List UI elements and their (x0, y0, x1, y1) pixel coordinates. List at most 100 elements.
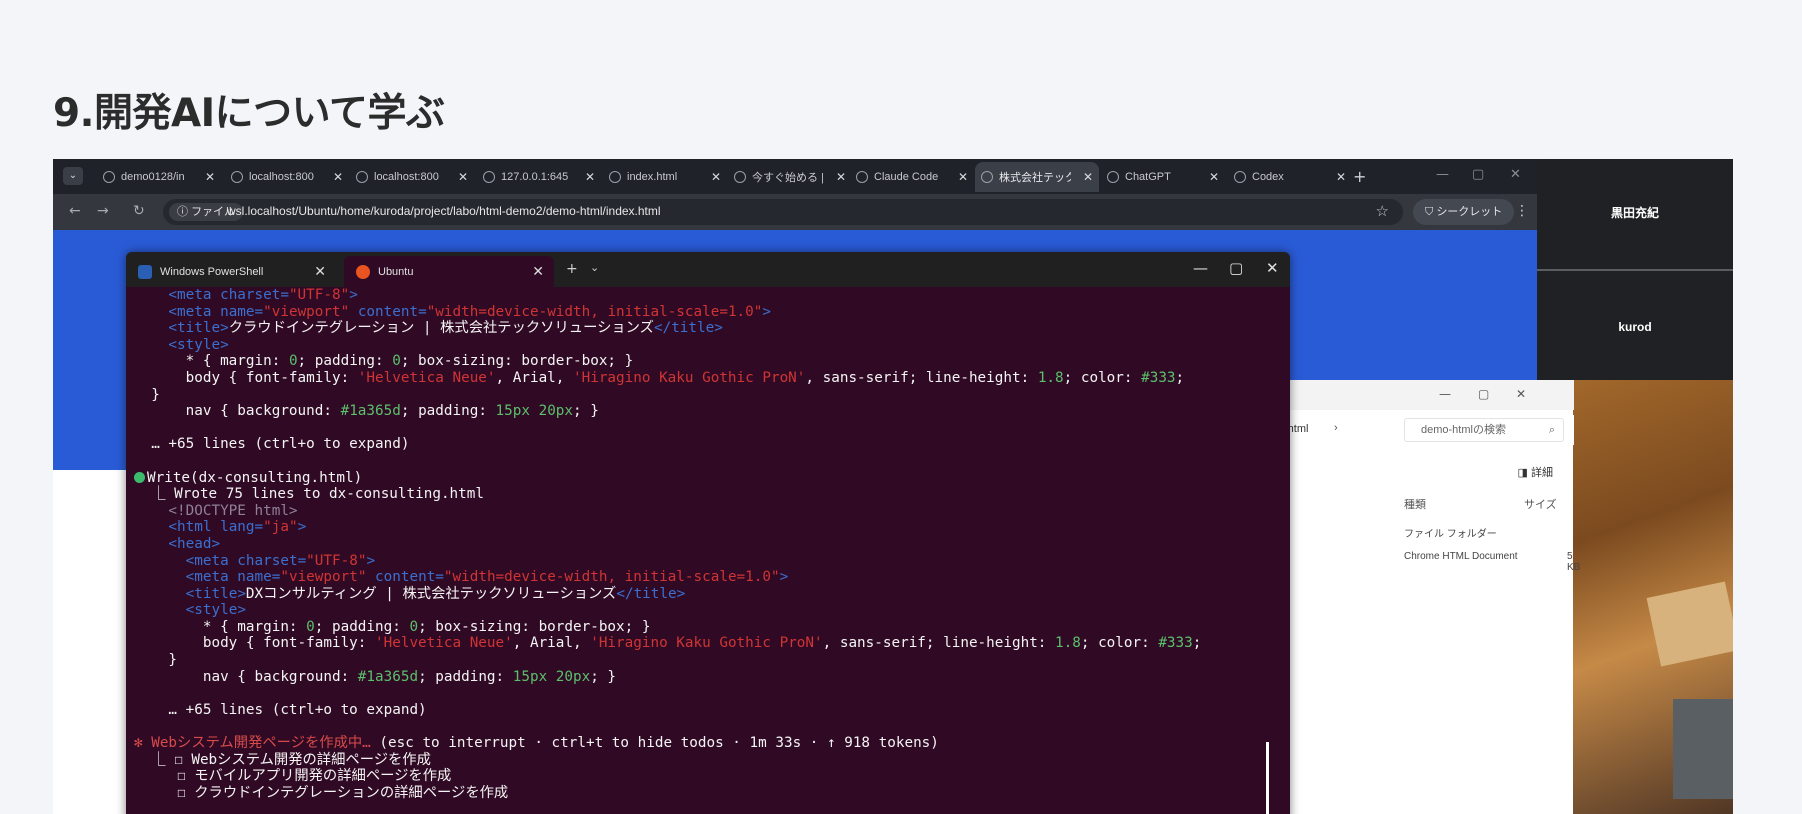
close-icon[interactable]: ✕ (532, 263, 544, 280)
terminal-text: < (134, 569, 195, 586)
details-label: 詳細 (1531, 467, 1553, 479)
browser-tab[interactable]: 今すぐ始める | ✕ (728, 162, 852, 192)
browser-tab[interactable]: index.html ✕ (603, 162, 727, 192)
browser-tab-label: Claude Code (874, 171, 939, 183)
minimize-icon[interactable]: — (1436, 167, 1449, 182)
terminal-text: ✻ Webシステム開発ページを作成中… (134, 735, 380, 752)
favicon-icon (231, 171, 243, 183)
page-title: 9.開発AIについて学ぶ (53, 91, 445, 136)
terminal-text: <!DOCTYPE html> (134, 502, 298, 519)
ubuntu-icon (356, 264, 370, 279)
chevron-down-icon[interactable]: ⌄ (590, 261, 599, 274)
new-tab-button[interactable]: + (1353, 167, 1366, 186)
close-tab-icon[interactable]: ✕ (711, 170, 721, 184)
favicon-icon (483, 171, 495, 183)
browser-tab[interactable]: demo0128/in ✕ (97, 162, 221, 192)
address-bar[interactable]: ⓘ ファイル wsl.localhost/Ubuntu/home/kuroda/… (163, 199, 1403, 225)
terminal-line: body { font-family: 'Helvetica Neue', Ar… (134, 370, 1284, 387)
tab-windows-powershell[interactable]: Windows PowerShell ✕ (126, 256, 336, 287)
close-window-icon[interactable]: ✕ (1510, 167, 1521, 182)
terminal-text: </ (653, 320, 672, 337)
close-tab-icon[interactable]: ✕ (205, 170, 215, 184)
terminal-text: charset= (228, 552, 307, 569)
details-button[interactable]: ◨ 詳細 (1518, 464, 1553, 480)
close-tab-icon[interactable]: ✕ (585, 170, 595, 184)
terminal-text: ; (1192, 635, 1202, 652)
terminal-text: … +65 lines (ctrl+o to expand) (134, 701, 427, 718)
terminal-text: meta (177, 303, 212, 320)
terminal-output[interactable]: <meta charset="UTF-8"> <meta name="viewp… (134, 287, 1284, 801)
terminal-line: <style> (134, 602, 1284, 619)
close-icon[interactable]: ✕ (1516, 387, 1526, 401)
browser-tab-label: 株式会社テック (999, 172, 1071, 184)
terminal-text: ☐ モバイルアプリ開発の詳細ページを作成 (134, 768, 452, 785)
terminal-text: > (762, 303, 771, 320)
new-tab-icon[interactable]: + (566, 261, 578, 277)
terminal-text: 0 (306, 618, 315, 635)
browser-tab-label: 127.0.0.1:645 (501, 171, 569, 183)
close-tab-icon[interactable]: ✕ (836, 170, 846, 184)
terminal-text: lang= (211, 519, 264, 536)
terminal-text: meta (177, 287, 212, 303)
browser-tab[interactable]: 株式会社テック ✕ (975, 162, 1099, 192)
terminal-text: 15px 20px (495, 403, 574, 420)
browser-tab-label: ChatGPT (1125, 171, 1171, 183)
terminal-text: meta (194, 552, 229, 569)
browser-tab[interactable]: Claude Code ✕ (850, 162, 974, 192)
close-tab-icon[interactable]: ✕ (1336, 170, 1346, 184)
browser-menu-icon[interactable]: ⋮ (1515, 203, 1529, 219)
close-tab-icon[interactable]: ✕ (1209, 170, 1219, 184)
terminal-text: ; padding: (314, 618, 410, 635)
close-tab-icon[interactable]: ✕ (333, 170, 343, 184)
back-icon[interactable]: ← (69, 203, 81, 219)
browser-tab[interactable]: 127.0.0.1:645 ✕ (477, 162, 601, 192)
url-text: wsl.localhost/Ubuntu/home/kuroda/project… (227, 204, 661, 218)
column-header-size[interactable]: サイズ (1524, 496, 1557, 512)
minimize-icon[interactable]: — (1439, 387, 1451, 401)
close-tab-icon[interactable]: ✕ (1083, 170, 1093, 184)
terminal-text: > (349, 287, 358, 303)
column-header-type[interactable]: 種類 (1404, 496, 1426, 512)
browser-tab[interactable]: localhost:800 ✕ (350, 162, 474, 192)
terminal-text: ; padding: (400, 403, 496, 420)
tab-ubuntu[interactable]: Ubuntu ✕ (344, 256, 554, 287)
close-icon[interactable]: ✕ (1266, 259, 1279, 277)
terminal-text: ; box-sizing: border-box; } (400, 353, 634, 370)
terminal-line: <meta charset="UTF-8"> (134, 553, 1284, 570)
terminal-text: } (134, 386, 160, 403)
terminal-text: < (134, 585, 195, 602)
terminal-text: , sans-serif; line-height: (822, 635, 1056, 652)
terminal-text: 'Hiragino Kaku Gothic ProN' (573, 369, 806, 386)
terminal-text: * { margin: (134, 353, 289, 370)
terminal-text: charset= (211, 287, 289, 303)
maximize-icon[interactable]: ▢ (1472, 167, 1484, 182)
terminal-line: <style> (134, 337, 1284, 354)
bookmark-star-icon[interactable]: ☆ (1376, 202, 1389, 220)
close-tab-icon[interactable]: ✕ (958, 170, 968, 184)
close-tab-icon[interactable]: ✕ (458, 170, 468, 184)
dark-object (1673, 699, 1733, 799)
browser-tab-strip: ⌄ demo0128/in ✕ localhost:800 ✕ localhost:80… (53, 159, 1537, 194)
incognito-indicator[interactable]: ⛉ シークレット (1413, 199, 1515, 225)
maximize-icon[interactable]: ▢ (1229, 259, 1243, 277)
maximize-icon[interactable]: ▢ (1478, 387, 1489, 401)
terminal-line: * { margin: 0; padding: 0; box-sizing: b… (134, 619, 1284, 636)
favicon-icon (356, 171, 368, 183)
forward-icon[interactable]: → (97, 203, 109, 219)
terminal-scrollbar[interactable] (1266, 742, 1269, 814)
tab-search-icon[interactable]: ⌄ (63, 167, 83, 185)
reload-icon[interactable]: ↻ (133, 203, 145, 219)
close-icon[interactable]: ✕ (314, 263, 326, 280)
search-input[interactable]: demo-htmlの検索 ⌕ (1404, 418, 1564, 442)
browser-tab[interactable]: ChatGPT ✕ (1101, 162, 1225, 192)
file-type-cell: Chrome HTML Document (1404, 551, 1518, 562)
browser-tab[interactable]: localhost:800 ✕ (225, 162, 349, 192)
terminal-text: "ja" (263, 519, 298, 536)
terminal-text: content= (366, 569, 444, 586)
browser-tab[interactable]: Codex ✕ (1228, 162, 1352, 192)
minimize-icon[interactable]: — (1193, 259, 1208, 277)
incognito-icon: ⛉ (1425, 206, 1437, 218)
terminal-text: DXコンサルティング | 株式会社テックソリューションズ (245, 585, 617, 602)
details-pane-icon: ◨ (1517, 467, 1531, 479)
